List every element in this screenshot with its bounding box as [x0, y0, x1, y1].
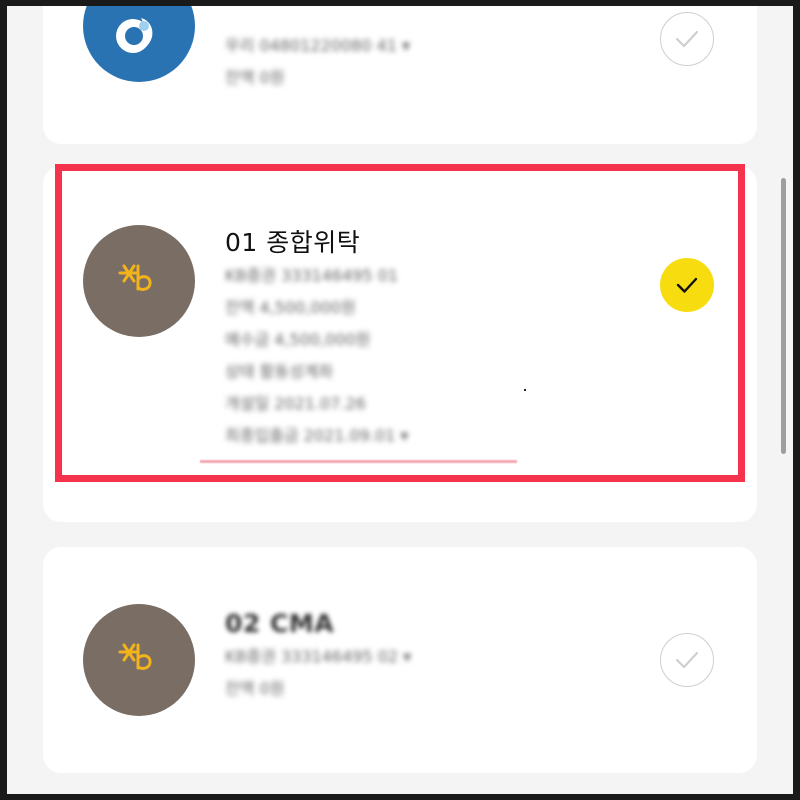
account-detail: KB증권 333146495 02 ▾ — [225, 647, 412, 666]
checkmark-icon — [675, 651, 698, 668]
account-detail: KB증권 333146495 01 — [225, 266, 399, 285]
account-title: 01 종합위탁 — [225, 228, 361, 257]
select-check-button[interactable] — [660, 633, 714, 687]
kb-logo-icon — [83, 604, 195, 716]
account-card[interactable]: 02 CMA KB증권 333146495 02 ▾ 잔액 0원 — [43, 547, 757, 773]
account-title: 02 CMA — [225, 609, 335, 638]
checkmark-icon — [675, 30, 698, 47]
select-check-button[interactable] — [660, 258, 714, 312]
account-detail: 상태 활동성계좌 — [225, 362, 334, 381]
account-detail: 잔액 4,500,000원 — [225, 298, 356, 317]
account-card-selected[interactable]: 01 종합위탁 KB증권 333146495 01 잔액 4,500,000원 … — [43, 166, 757, 522]
account-detail: 잔액 0원 — [225, 679, 285, 698]
account-detail: 우리 04801220080 41 ▾ — [225, 36, 411, 55]
account-selection-screen: 우리 04801220080 41 ▾ 잔액 0원 01 종합위탁 KB증권 3… — [7, 6, 793, 794]
speck — [524, 389, 526, 391]
account-card[interactable]: 우리 04801220080 41 ▾ 잔액 0원 — [43, 6, 757, 144]
account-detail: 개설일 2021.07.26 — [225, 394, 366, 413]
bank-logo-icon — [83, 6, 195, 82]
highlight-underline — [200, 460, 517, 463]
account-detail: 최종입출금 2021.09.01 ▾ — [225, 426, 409, 445]
select-check-button[interactable] — [660, 12, 714, 66]
scrollbar-thumb[interactable] — [781, 178, 786, 454]
account-detail: 잔액 0원 — [225, 68, 285, 87]
kb-logo-icon — [83, 225, 195, 337]
checkmark-icon — [676, 277, 698, 293]
account-detail: 예수금 4,500,000원 — [225, 330, 371, 349]
